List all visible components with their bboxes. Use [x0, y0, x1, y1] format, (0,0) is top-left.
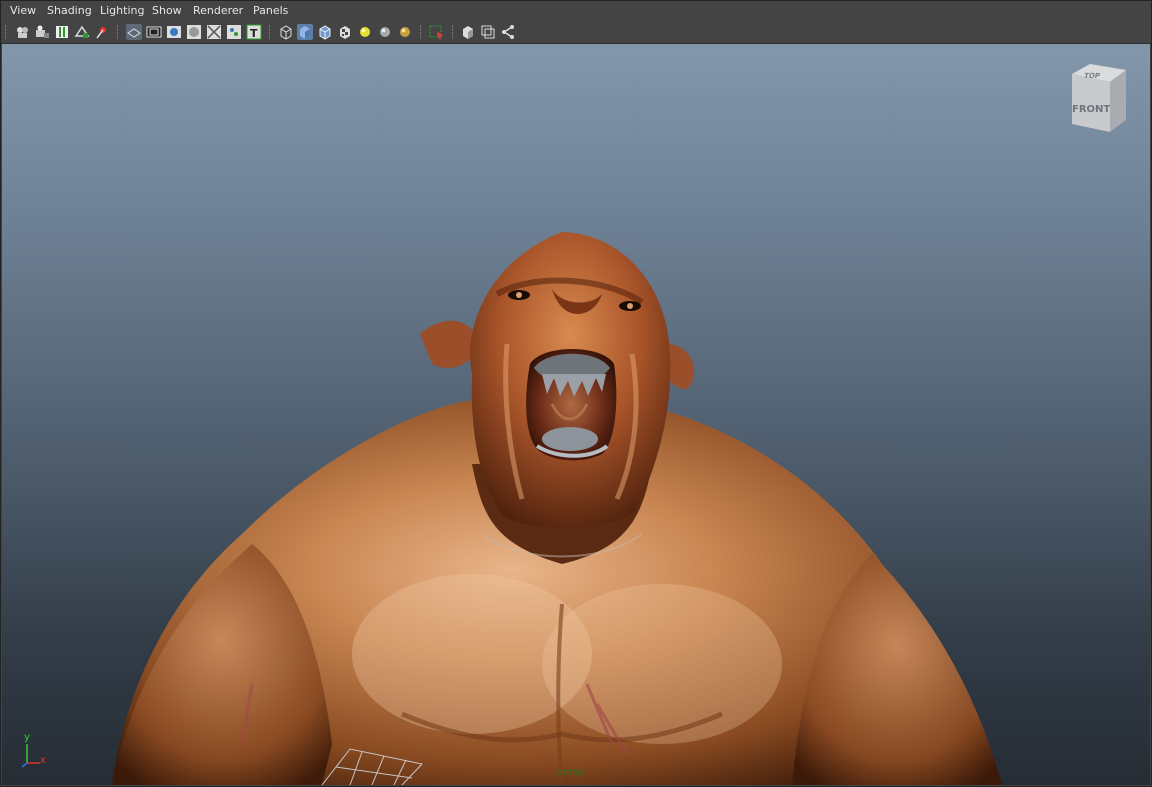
camera-attributes-icon[interactable]: [34, 24, 50, 40]
xray-joints-icon[interactable]: [500, 24, 516, 40]
panel-toolbar: T: [1, 21, 1151, 44]
safe-title-icon[interactable]: T: [246, 24, 262, 40]
svg-text:T: T: [250, 27, 258, 40]
shadows-icon[interactable]: [397, 24, 413, 40]
axis-x-label: x: [40, 755, 46, 766]
safe-action-icon[interactable]: [226, 24, 242, 40]
wireframe-on-shaded-icon[interactable]: [317, 24, 333, 40]
menu-show[interactable]: Show: [152, 4, 182, 17]
textured-icon[interactable]: [337, 24, 353, 40]
default-lighting-icon[interactable]: [357, 24, 373, 40]
viewcube-front-label: FRONT: [1072, 104, 1111, 115]
grid-icon[interactable]: [126, 24, 142, 40]
viewcube-top-label: TOP: [1083, 72, 1101, 80]
two-d-pan-zoom-icon[interactable]: [94, 24, 110, 40]
menu-renderer[interactable]: Renderer: [193, 4, 243, 17]
axis-y-label: y: [24, 732, 30, 743]
image-plane-icon[interactable]: [74, 24, 90, 40]
isolate-select-icon[interactable]: [429, 24, 445, 40]
menu-panels[interactable]: Panels: [253, 4, 288, 17]
maya-viewport-panel: View Shading Lighting Show Renderer Pane…: [0, 0, 1152, 787]
menu-view[interactable]: View: [10, 4, 36, 17]
film-gate-icon[interactable]: [146, 24, 162, 40]
wireframe-icon[interactable]: [278, 24, 294, 40]
gate-mask-icon[interactable]: [186, 24, 202, 40]
xray-active-components-icon[interactable]: [480, 24, 496, 40]
resolution-gate-icon[interactable]: [166, 24, 182, 40]
toolbar-separator: [5, 25, 8, 39]
toolbar-separator: [420, 25, 423, 39]
toolbar-separator: [452, 25, 455, 39]
field-chart-icon[interactable]: [206, 24, 222, 40]
perspective-viewport[interactable]: TOP FRONT y x persp: [2, 44, 1150, 785]
viewcube[interactable]: TOP FRONT: [1064, 62, 1128, 134]
bookmarks-icon[interactable]: [54, 24, 70, 40]
all-lights-icon[interactable]: [377, 24, 393, 40]
smooth-shade-icon[interactable]: [297, 24, 313, 40]
creature-model-render: [112, 232, 1002, 785]
axis-indicator: y x: [16, 732, 56, 772]
menu-lighting[interactable]: Lighting: [100, 4, 144, 17]
toolbar-separator: [117, 25, 120, 39]
camera-name-label: persp: [556, 767, 585, 778]
toolbar-separator: [269, 25, 272, 39]
panel-menubar: View Shading Lighting Show Renderer Pane…: [1, 1, 1151, 21]
xray-icon[interactable]: [460, 24, 476, 40]
select-camera-icon[interactable]: [14, 24, 30, 40]
menu-shading[interactable]: Shading: [47, 4, 92, 17]
